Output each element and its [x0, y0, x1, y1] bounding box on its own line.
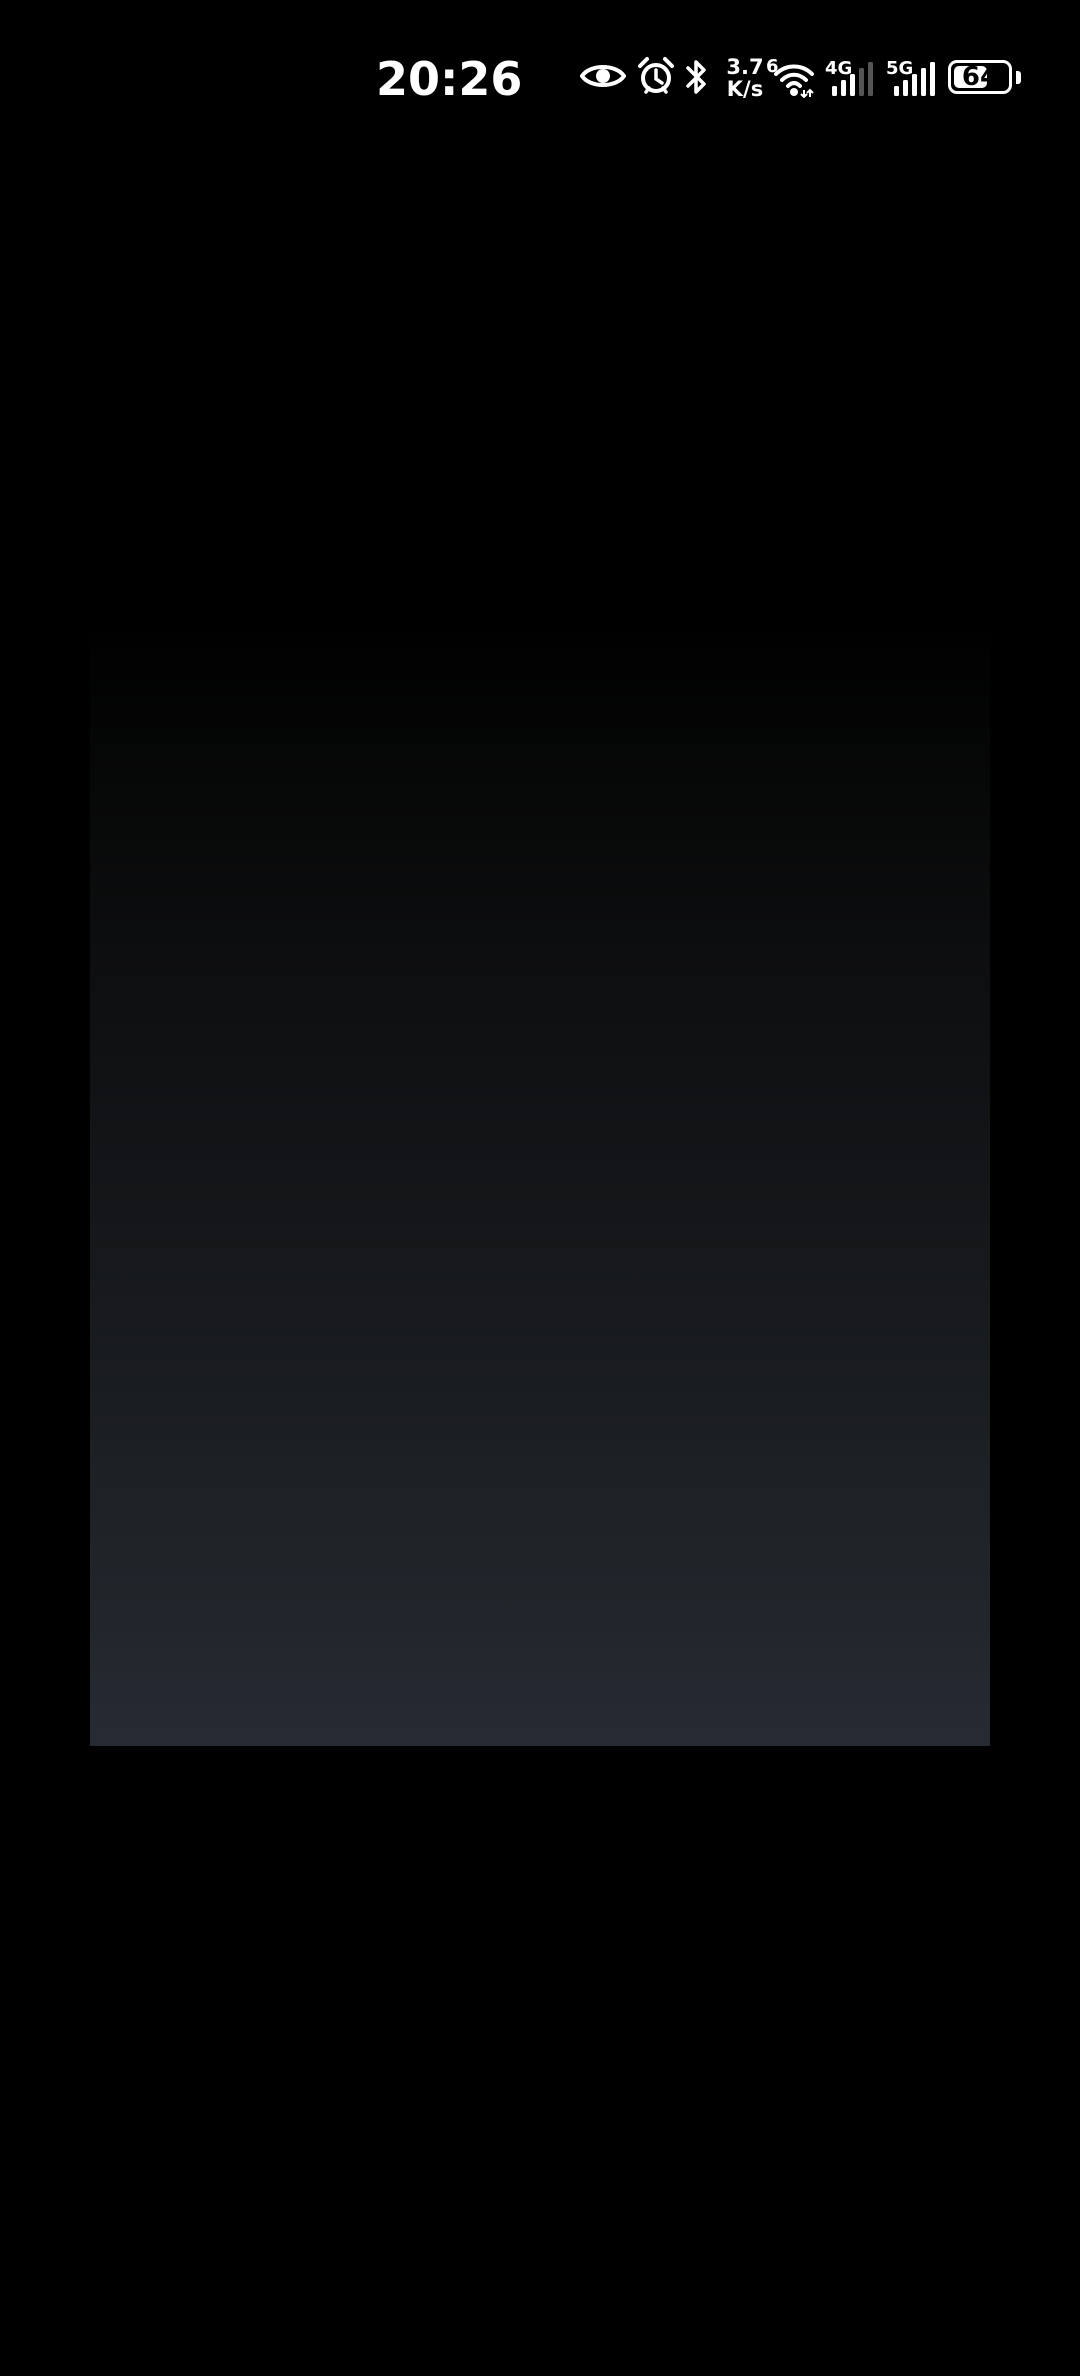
network-speed: 3.7 K/s: [720, 56, 770, 100]
status-clock: 20:26: [376, 52, 523, 106]
network-speed-unit: K/s: [726, 77, 764, 101]
network-speed-value: 3.7: [726, 55, 764, 79]
app-loading-panel: [90, 620, 990, 1746]
wifi-icon: [772, 60, 816, 102]
battery-terminal: [1016, 71, 1021, 84]
alarm-clock-icon: [636, 56, 676, 100]
battery-icon: 64: [948, 60, 1012, 94]
bluetooth-icon: [684, 58, 710, 100]
signal-5g-icon: [892, 62, 936, 102]
status-bar: 20:26 3.7 K/s 6 4G 5G 64: [0, 0, 1080, 160]
signal-4g-icon: [830, 62, 874, 102]
battery-level: 64: [961, 62, 999, 92]
eye-icon: [579, 60, 627, 96]
